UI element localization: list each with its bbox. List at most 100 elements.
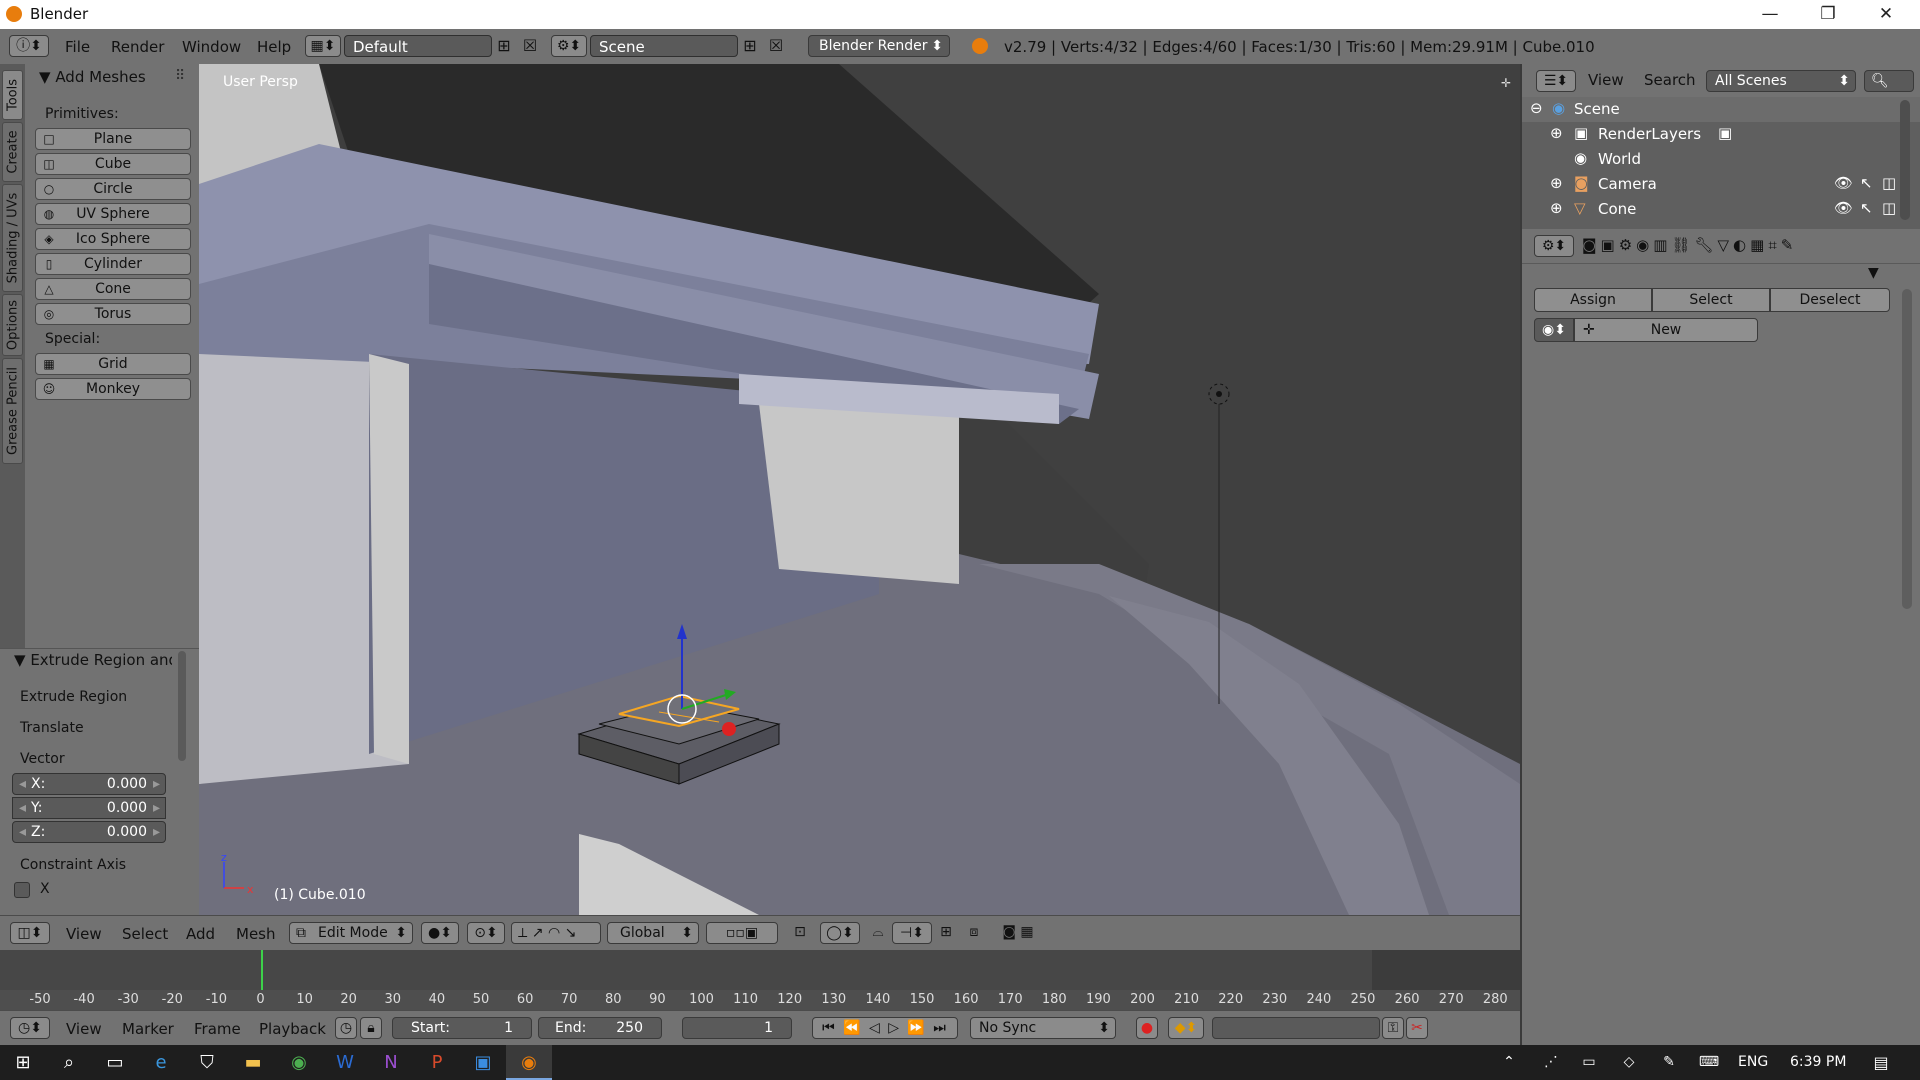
word-icon[interactable]: W	[322, 1045, 368, 1080]
outliner-filter-dropdown[interactable]: All Scenes ⬍	[1706, 70, 1856, 92]
preview-range-icon[interactable]: ◷	[335, 1017, 357, 1039]
select-button[interactable]: Select	[1652, 288, 1770, 312]
select-mode-buttons[interactable]: ▫▫▣	[706, 922, 778, 944]
viewport-shading-dropdown[interactable]: ●⬍	[421, 922, 459, 944]
panel-collapse-icon[interactable]: ▼	[1868, 265, 1879, 281]
powerpoint-icon[interactable]: P	[414, 1045, 460, 1080]
pivot-point-dropdown[interactable]: ⊙⬍	[467, 922, 505, 944]
show-hidden-icons[interactable]: ⌃	[1486, 1045, 1532, 1080]
scene-field[interactable]: Scene	[590, 35, 738, 57]
add-meshes-header[interactable]: ▼ Add Meshes	[39, 68, 146, 86]
3d-viewport[interactable]: z x User Persp (1) Cube.010 ✛	[199, 64, 1520, 915]
tab-shading-uvs[interactable]: Shading / UVs	[2, 184, 23, 292]
menu-help[interactable]: Help	[257, 38, 291, 56]
menu-playback[interactable]: Playback	[259, 1020, 326, 1038]
remove-scene-icon[interactable]: ☒	[765, 36, 787, 56]
drag-handle-icon[interactable]: ⠿	[175, 68, 185, 84]
screen-layout-icon[interactable]: ▦⬍	[305, 35, 341, 57]
menu-frame[interactable]: Frame	[194, 1020, 241, 1038]
frame-ruler[interactable]: -50 -40 -30 -20 -10 0 10 20 30 40 50 60 70 80 90 100 110…	[0, 990, 1520, 1010]
tab-tools[interactable]: Tools	[2, 70, 23, 120]
editor-type-outliner-icon[interactable]: ☰⬍	[1536, 70, 1576, 92]
outliner-menu-search[interactable]: Search	[1644, 71, 1696, 89]
add-cube-button[interactable]: ◫ Cube	[35, 153, 191, 175]
properties-context-tabs[interactable]: ◙▣⚙◉▥⛓🔧︎▽◐▦⌗✎	[1582, 236, 1797, 254]
vector-z-field[interactable]: ◂ Z: 0.000 ▸	[12, 821, 166, 843]
vector-x-field[interactable]: ◂ X: 0.000 ▸	[12, 773, 166, 795]
current-frame-field[interactable]: 1	[682, 1017, 792, 1039]
outliner-row-camera[interactable]: ⊕ ◙ Camera 👁︎ ↖ ◫	[1522, 172, 1920, 197]
3d-cursor-icon[interactable]	[722, 722, 736, 736]
tab-grease-pencil[interactable]: Grease Pencil	[2, 358, 23, 464]
outliner-scrollbar[interactable]	[1900, 100, 1910, 220]
mode-dropdown[interactable]: Edit Mode ⧉ ⬍	[289, 922, 413, 944]
outliner-row-world[interactable]: ◉ World	[1522, 147, 1920, 172]
assign-button[interactable]: Assign	[1534, 288, 1652, 312]
menu-view[interactable]: View	[66, 925, 102, 943]
editor-type-info-icon[interactable]: ⓘ⬍	[9, 35, 49, 57]
editor-type-3d-icon[interactable]: ◫⬍	[10, 922, 50, 944]
keyboard-icon[interactable]: ⌨	[1686, 1045, 1732, 1080]
add-grid-button[interactable]: ▦ Grid	[35, 353, 191, 375]
onenote-icon[interactable]: N	[368, 1045, 414, 1080]
search-icon[interactable]: ⌕	[46, 1045, 92, 1080]
material-browse-icon[interactable]: ◉⬍	[1534, 318, 1574, 342]
manipulator-toggles[interactable]: ⟂ ↗ ◠ ↘	[511, 922, 601, 944]
menu-marker[interactable]: Marker	[122, 1020, 174, 1038]
windows-start-icon[interactable]: ⊞	[0, 1045, 46, 1080]
timeline-area[interactable]	[0, 950, 1520, 990]
notifications-icon[interactable]: ▤	[1858, 1045, 1904, 1080]
menu-render[interactable]: Render	[111, 38, 164, 56]
add-ico-sphere-button[interactable]: ◈ Ico Sphere	[35, 228, 191, 250]
clock[interactable]: 6:39 PM	[1790, 1054, 1846, 1070]
maximize-button[interactable]: ❐	[1799, 0, 1857, 29]
snap-toggle-icon[interactable]: ⌓	[866, 922, 890, 944]
region-toggle-icon[interactable]: ✛	[1501, 76, 1511, 90]
operator-header[interactable]: ▼ Extrude Region and	[14, 651, 172, 669]
orientation-dropdown[interactable]: Global ⬍	[607, 922, 699, 944]
menu-window[interactable]: Window	[182, 38, 241, 56]
outliner-row-renderlayers[interactable]: ⊕ ▣ RenderLayers ▣	[1522, 122, 1920, 147]
blender-taskbar-icon[interactable]: ◉	[506, 1045, 552, 1080]
menu-select[interactable]: Select	[122, 925, 168, 943]
editor-type-timeline-icon[interactable]: ◷⬍	[10, 1017, 50, 1039]
render-engine-dropdown[interactable]: Blender Render ⬍	[808, 35, 950, 57]
translate-row[interactable]: Translate	[20, 720, 84, 736]
timeline[interactable]: -50 -40 -30 -20 -10 0 10 20 30 40 50 60 70 80 90 100 110…	[0, 950, 1520, 1010]
current-frame-line[interactable]	[261, 950, 263, 990]
properties-scrollbar[interactable]	[1902, 289, 1912, 609]
constraint-x-checkbox[interactable]	[14, 882, 30, 898]
outliner-menu-view[interactable]: View	[1588, 71, 1624, 89]
add-torus-button[interactable]: ◎ Torus	[35, 303, 191, 325]
task-view-icon[interactable]: ▭	[92, 1045, 138, 1080]
menu-file[interactable]: File	[65, 38, 90, 56]
new-material-button[interactable]: ✛ New	[1574, 318, 1758, 342]
menu-mesh[interactable]: Mesh	[236, 925, 276, 943]
file-explorer-icon[interactable]: ▬	[230, 1045, 276, 1080]
screen-layout-field[interactable]: Default	[344, 35, 492, 57]
deselect-button[interactable]: Deselect	[1770, 288, 1890, 312]
limit-selection-icon[interactable]: ⊡	[788, 922, 812, 944]
add-uv-sphere-button[interactable]: ◍ UV Sphere	[35, 203, 191, 225]
end-frame-field[interactable]: End: 250	[538, 1017, 662, 1039]
remove-screen-icon[interactable]: ☒	[519, 36, 541, 56]
extrude-region-row[interactable]: Extrude Region	[20, 689, 127, 705]
render-buttons[interactable]: ◙ ▦	[994, 922, 1042, 944]
proportional-edit-dropdown[interactable]: ◯⬍	[820, 922, 860, 944]
tab-options[interactable]: Options	[2, 294, 23, 356]
add-scene-icon[interactable]: ⊞	[739, 36, 761, 56]
delete-keyframe-icon[interactable]: ✂	[1406, 1017, 1428, 1039]
edge-browser-icon[interactable]: e	[138, 1045, 184, 1080]
minimize-button[interactable]: —	[1741, 0, 1799, 29]
sync-dropdown[interactable]: No Sync ⬍	[970, 1017, 1116, 1039]
add-cylinder-button[interactable]: ▯ Cylinder	[35, 253, 191, 275]
vector-y-field[interactable]: ◂ Y: 0.000 ▸	[12, 797, 166, 819]
snap-target-icon[interactable]: ⊞	[934, 922, 958, 944]
editor-type-properties-icon[interactable]: ⚙⬍	[1534, 235, 1574, 257]
outliner-row-scene[interactable]: ⊖ ◉ Scene	[1522, 97, 1920, 122]
tab-create[interactable]: Create	[2, 122, 23, 182]
lock-icon[interactable]: 🔒︎	[360, 1017, 382, 1039]
keying-set-field[interactable]	[1212, 1017, 1380, 1039]
close-button[interactable]: ✕	[1857, 0, 1915, 29]
add-plane-button[interactable]: □ Plane	[35, 128, 191, 150]
